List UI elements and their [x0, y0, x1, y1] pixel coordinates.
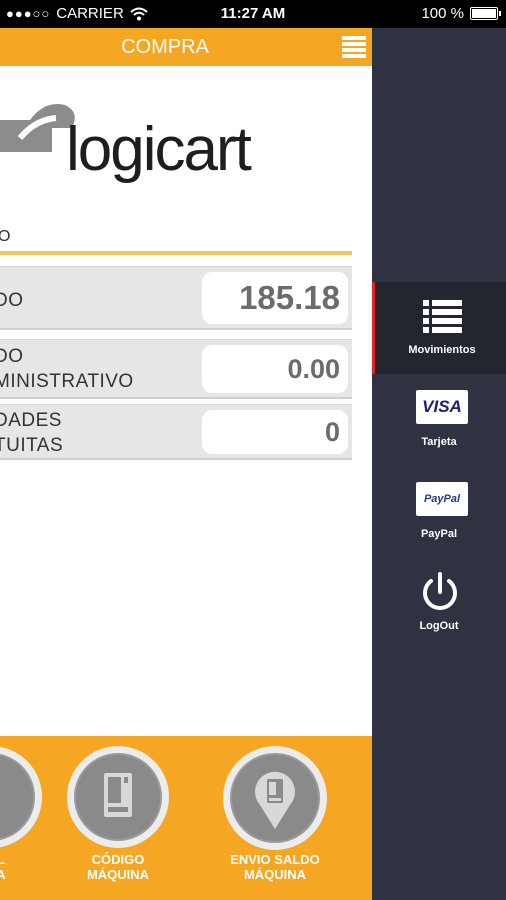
menu-item-logout[interactable]: LogOut: [372, 558, 506, 650]
send-balance-label-line-1: ENVIO SALDO: [230, 852, 320, 867]
free-units-label-line-2: TUITAS: [0, 435, 64, 456]
power-icon: [423, 572, 457, 610]
side-menu: Movimientos VISA Tarjeta PayPal PayPal L…: [372, 28, 506, 900]
partial-action-label: L A: [0, 852, 22, 882]
partial-icon: [0, 753, 35, 841]
battery-percent: 100 %: [421, 5, 464, 22]
list-icon: [423, 300, 462, 333]
logo-text: logicart: [66, 115, 252, 184]
partial-action-label-line-2: A: [0, 867, 6, 882]
visa-card-icon: VISA: [416, 390, 468, 424]
menu-item-tarjeta[interactable]: VISA Tarjeta: [372, 374, 506, 466]
menu-label-tarjeta: Tarjeta: [421, 436, 457, 448]
balance-label-line-1: DO: [0, 290, 24, 311]
section-label: O: [0, 228, 11, 245]
battery-icon: [470, 7, 501, 20]
send-balance-label: ENVIO SALDO MÁQUINA: [215, 852, 335, 882]
bottom-action-bar: L A CÓDIGO MÁQUINA ENVIO SALDO MÁQUINA: [0, 736, 372, 900]
menu-label-logout: LogOut: [419, 620, 459, 632]
admin-balance-value: 0.00: [202, 345, 348, 393]
page-title: COMPRA: [121, 36, 209, 58]
partial-action-label-line-1: L: [0, 852, 5, 867]
hamburger-menu-icon[interactable]: [342, 36, 366, 58]
status-bar: ●●●○○ CARRIER 11:27 AM 100 %: [0, 0, 506, 28]
machine-code-label: CÓDIGO MÁQUINA: [60, 852, 176, 882]
balance-row: DO 185.18: [0, 266, 352, 330]
main-panel: COMPRA logicart O DO 185.18 DO MINISTRAT…: [0, 28, 372, 900]
menu-item-movimientos[interactable]: Movimientos: [372, 282, 506, 374]
free-units-label: DADES TUITAS: [0, 408, 63, 458]
send-balance-label-line-2: MÁQUINA: [243, 867, 307, 882]
balance-value: 185.18: [202, 272, 348, 324]
paypal-card-icon: PayPal: [416, 482, 468, 516]
free-units-value: 0: [202, 410, 348, 454]
logicart-logo: logicart: [0, 104, 254, 184]
admin-balance-label-line-2: MINISTRATIVO: [0, 371, 134, 392]
admin-balance-label: DO MINISTRATIVO: [0, 344, 134, 394]
send-balance-button[interactable]: [223, 746, 327, 850]
header-bar: COMPRA: [0, 28, 372, 66]
admin-balance-row: DO MINISTRATIVO 0.00: [0, 339, 352, 399]
section-divider: [0, 251, 352, 255]
vending-location-icon: [230, 753, 320, 843]
vending-machine-icon: [74, 753, 162, 841]
balance-label: DO: [0, 288, 24, 313]
partial-action-button[interactable]: [0, 746, 42, 848]
free-units-row: DADES TUITAS 0: [0, 404, 352, 460]
free-units-label-line-1: DADES: [0, 410, 62, 431]
machine-code-label-line-1: CÓDIGO: [91, 852, 145, 867]
menu-item-paypal[interactable]: PayPal PayPal: [372, 466, 506, 558]
admin-balance-label-line-1: DO: [0, 346, 24, 367]
menu-label-paypal: PayPal: [420, 528, 458, 540]
status-right: 100 %: [421, 5, 501, 22]
machine-code-button[interactable]: [67, 746, 169, 848]
menu-label-movimientos: Movimientos: [408, 344, 476, 356]
machine-code-label-line-2: MÁQUINA: [86, 867, 150, 882]
